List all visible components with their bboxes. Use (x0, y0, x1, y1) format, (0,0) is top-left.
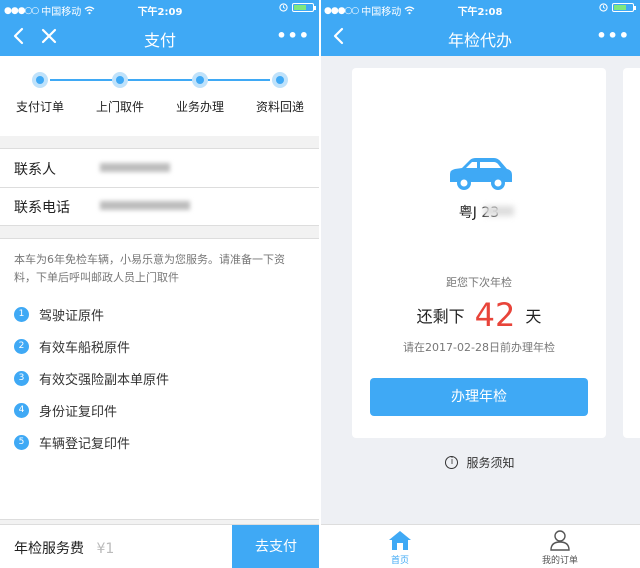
more-menu-button[interactable]: ••• (596, 26, 630, 45)
tab-my-orders-label: 我的订单 (541, 556, 578, 566)
remain-suffix: 天 (525, 307, 542, 326)
contact-name-value-redacted[interactable] (100, 163, 170, 172)
screen-divider (319, 0, 321, 568)
next-inspection-label: 距您下次年检 (446, 276, 512, 289)
status-bar: ●●●○○ 中国移动 下午2:08 (320, 0, 640, 18)
document-text: 驾驶证原件 (39, 309, 105, 324)
step-label-4: 资料回递 (255, 100, 304, 114)
user-icon (550, 530, 570, 551)
step-label-1: 支付订单 (15, 100, 64, 114)
number-badge: 5 (14, 435, 29, 450)
tab-my-orders[interactable]: 我的订单 (520, 527, 600, 567)
vehicle-card: 粤J 23 距您下次年检 还剩下 42 天 请在2017-02-28日前办理年检… (352, 68, 606, 438)
step-label-2: 上门取件 (95, 100, 144, 114)
number-badge: 4 (14, 403, 29, 418)
contact-phone-value-redacted[interactable] (100, 201, 190, 210)
alarm-icon (599, 3, 608, 12)
document-item: 1 驾驶证原件 (14, 305, 104, 324)
progress-stepper: 支付订单 上门取件 业务办理 资料回递 (0, 56, 320, 136)
pay-button[interactable]: 去支付 (232, 525, 320, 568)
battery-icon (292, 3, 316, 12)
nav-bar: 年检代办 ••• (320, 18, 640, 56)
tab-home[interactable]: 首页 (360, 527, 440, 567)
deadline-text: 请在2017-02-28日前办理年检 (403, 341, 555, 354)
number-badge: 3 (14, 371, 29, 386)
tab-bar: 首页 我的订单 (320, 524, 640, 568)
remain-prefix: 还剩下 (416, 307, 465, 326)
notice-intro: 本车为6年免检车辆，小易乐意为您服务。请准备一下资料，下单后呼叫邮政人员上门取件 (14, 253, 285, 284)
fee-row: 年检服务费 ¥1 (14, 538, 114, 558)
step-dot-4 (272, 72, 288, 88)
inspection-screen: ●●●○○ 中国移动 下午2:08 年检代办 ••• 粤J 23 距您下次年检 … (320, 0, 640, 568)
contact-phone-label: 联系电话 (14, 200, 70, 216)
document-item: 2 有效车船税原件 (14, 337, 130, 356)
home-icon (389, 531, 411, 550)
payment-body: 支付订单 上门取件 业务办理 资料回递 联系人 联系电话 本车为6年免检车辆，小… (0, 56, 320, 568)
payment-bar: 年检服务费 ¥1 去支付 (0, 524, 320, 568)
page-title: 支付 (143, 31, 176, 50)
number-badge: 2 (14, 339, 29, 354)
notice-section: 本车为6年免检车辆，小易乐意为您服务。请准备一下资料，下单后呼叫邮政人员上门取件… (0, 238, 320, 520)
document-text: 车辆登记复印件 (39, 437, 131, 452)
fee-label: 年检服务费 (14, 541, 84, 557)
tab-home-label: 首页 (390, 556, 409, 566)
inspection-body: 粤J 23 距您下次年检 还剩下 42 天 请在2017-02-28日前办理年检… (320, 56, 640, 568)
document-item: 5 车辆登记复印件 (14, 433, 130, 452)
document-text: 有效交强险副本单原件 (39, 373, 170, 388)
payment-screen: ●●●○○ 中国移动 下午2:09 支付 ••• 支付订单 上门取件 业务办理 … (0, 0, 320, 568)
contact-name-label: 联系人 (14, 162, 56, 178)
alarm-icon (279, 3, 288, 12)
service-notice-link[interactable]: i 服务须知 (320, 454, 640, 471)
step-label-3: 业务办理 (175, 100, 224, 114)
nav-bar: 支付 ••• (0, 18, 320, 56)
status-bar: ●●●○○ 中国移动 下午2:09 (0, 0, 320, 18)
handle-inspection-button[interactable]: 办理年检 (370, 378, 588, 416)
battery-icon (612, 3, 636, 12)
page-title: 年检代办 (447, 31, 512, 50)
more-menu-button[interactable]: ••• (276, 26, 310, 45)
plate-redaction (484, 206, 514, 216)
fee-value: ¥1 (96, 541, 115, 557)
step-dot-1 (32, 72, 48, 88)
document-item: 3 有效交强险副本单原件 (14, 369, 169, 388)
remaining-days-row: 还剩下 42 天 (352, 296, 606, 334)
remaining-days: 42 (474, 296, 516, 334)
document-text: 身份证复印件 (39, 405, 118, 420)
status-time: 下午2:09 (137, 7, 183, 18)
document-text: 有效车船税原件 (39, 341, 131, 356)
status-time: 下午2:08 (457, 7, 503, 18)
step-dot-3 (192, 72, 208, 88)
step-dot-2 (112, 72, 128, 88)
stepper-line (50, 79, 270, 81)
car-icon (450, 158, 512, 190)
number-badge: 1 (14, 307, 29, 322)
license-plate: 粤J 23 (458, 205, 500, 221)
info-icon: i (445, 456, 459, 469)
document-item: 4 身份证复印件 (14, 401, 117, 420)
service-notice-label: 服务须知 (466, 456, 515, 470)
screenshot-pair: ●●●○○ 中国移动 下午2:09 支付 ••• 支付订单 上门取件 业务办理 … (0, 0, 640, 568)
contact-section: 联系人 联系电话 (0, 148, 320, 226)
next-card-peek[interactable] (623, 68, 640, 438)
